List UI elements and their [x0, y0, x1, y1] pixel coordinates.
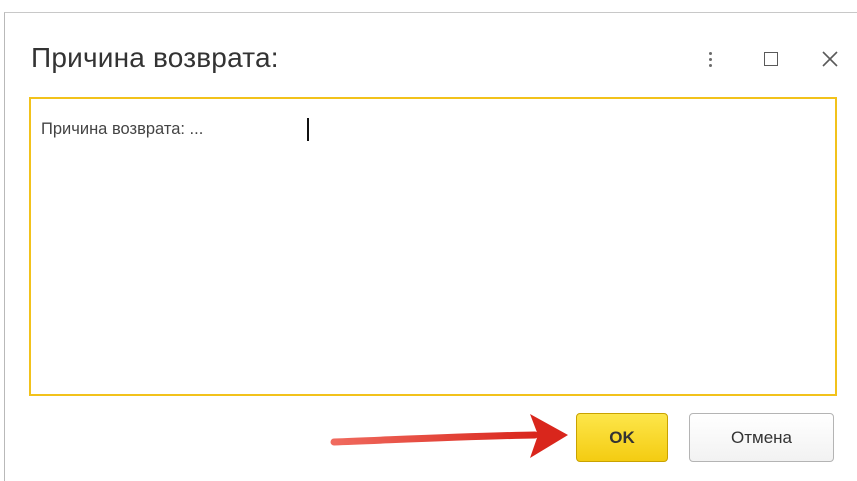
- close-button[interactable]: [817, 42, 843, 76]
- maximize-button[interactable]: [758, 42, 784, 76]
- ok-button[interactable]: OK: [576, 413, 668, 462]
- reason-textarea[interactable]: Причина возврата: ...: [29, 97, 837, 396]
- more-actions-button[interactable]: [697, 42, 723, 76]
- maximize-icon: [764, 52, 778, 66]
- reason-text-value: Причина возврата: ...: [41, 120, 204, 138]
- close-icon: [822, 51, 838, 67]
- cancel-button[interactable]: Отмена: [689, 413, 834, 462]
- dialog-title: Причина возврата:: [31, 42, 279, 73]
- text-caret: [307, 118, 309, 141]
- more-vertical-icon: [708, 51, 712, 67]
